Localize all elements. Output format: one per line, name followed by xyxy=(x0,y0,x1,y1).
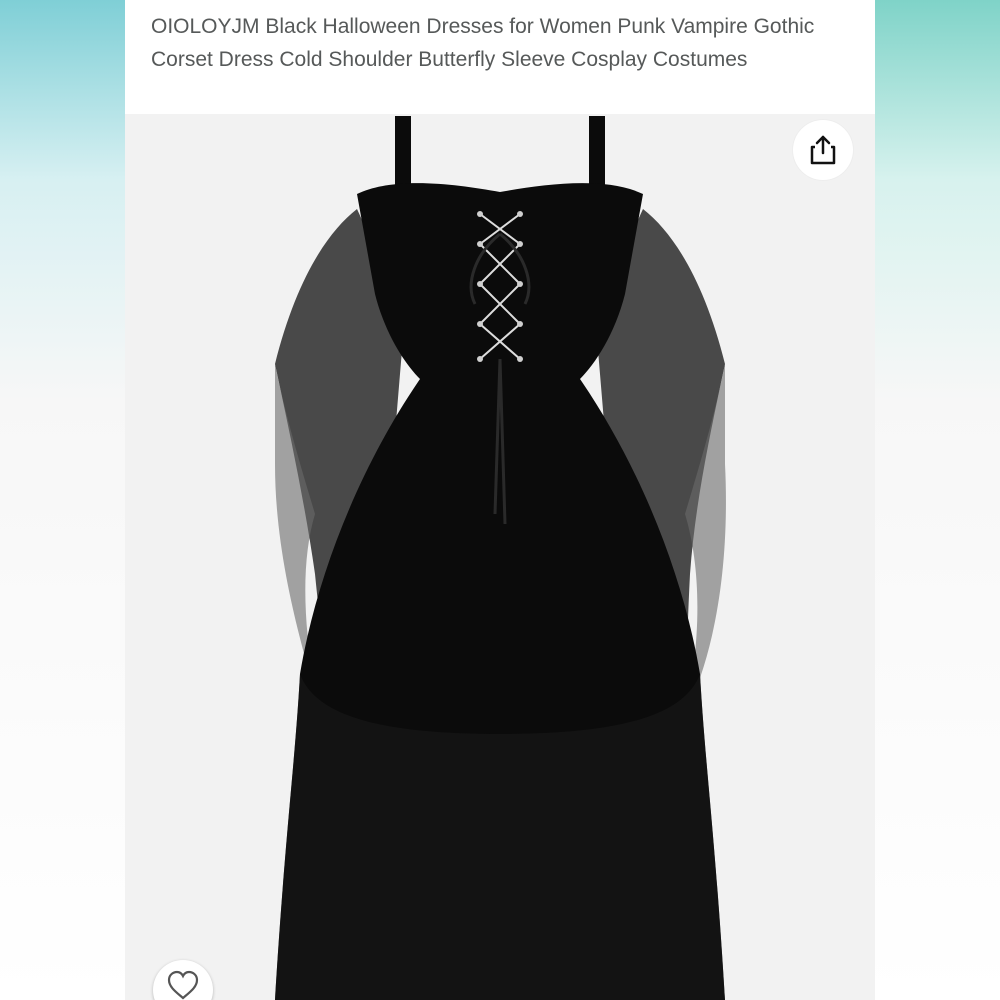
product-card: OIOLOYJM Black Halloween Dresses for Wom… xyxy=(125,0,875,1000)
heart-icon xyxy=(167,970,199,1000)
share-button[interactable] xyxy=(793,120,853,180)
product-image[interactable] xyxy=(125,114,875,1000)
share-icon xyxy=(810,135,836,165)
right-strap xyxy=(589,116,605,186)
background-left xyxy=(0,0,125,1000)
left-strap xyxy=(395,116,411,186)
product-title[interactable]: OIOLOYJM Black Halloween Dresses for Wom… xyxy=(151,10,841,76)
background-right xyxy=(875,0,1000,1000)
